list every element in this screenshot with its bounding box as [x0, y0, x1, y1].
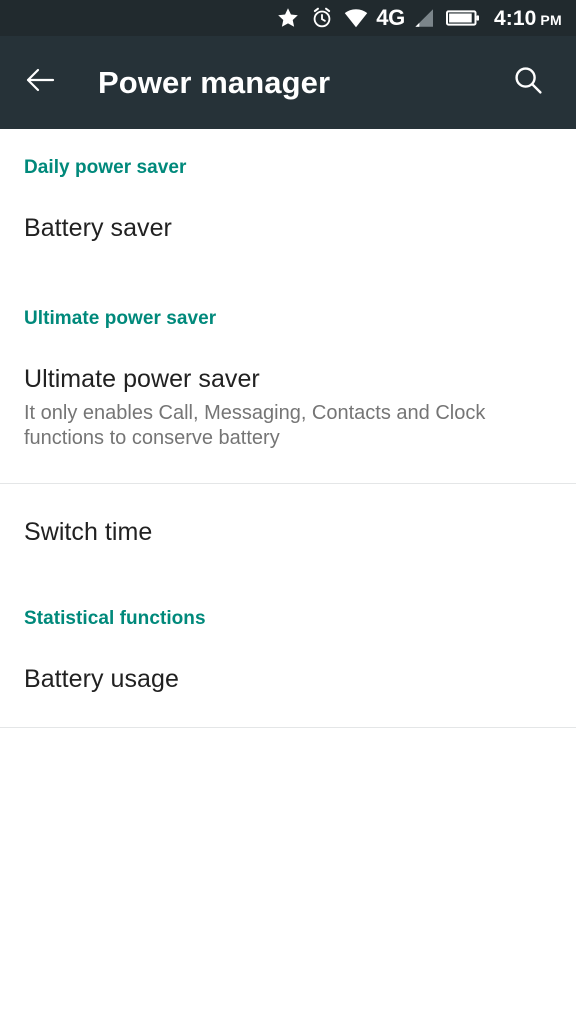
list-item-title: Battery usage [24, 665, 179, 693]
section-header-statistical-functions: Statistical functions [24, 608, 206, 629]
list-item-battery-usage[interactable]: Battery usage [0, 667, 576, 692]
signal-icon [413, 7, 435, 29]
power-manager-screen: 4G 4:10 PM Power manager Daily power sav… [0, 0, 576, 1024]
list-item-ultimate-power-saver[interactable]: Ultimate power saver It only enables Cal… [0, 367, 576, 451]
status-bar: 4G 4:10 PM [0, 0, 576, 36]
app-bar: Power manager [0, 36, 576, 129]
list-item-title: Ultimate power saver [24, 365, 260, 393]
status-bar-icons: 4G 4:10 PM [276, 6, 562, 30]
search-icon [512, 64, 544, 101]
battery-icon [445, 7, 480, 29]
list-item-title: Battery saver [24, 214, 172, 242]
arrow-back-icon [24, 64, 56, 101]
list-item-subtitle: It only enables Call, Messaging, Contact… [24, 402, 486, 449]
clock-ampm: PM [540, 11, 562, 28]
section-header-ultimate-power-saver: Ultimate power saver [24, 308, 217, 329]
network-type-label: 4G [376, 5, 405, 30]
back-button[interactable] [24, 59, 72, 107]
divider [0, 483, 576, 484]
star-icon [276, 6, 300, 30]
section-header-daily-power-saver: Daily power saver [24, 157, 187, 178]
list-item-switch-time[interactable]: Switch time [0, 520, 576, 545]
clock-time: 4:10 [493, 6, 537, 30]
list-item-title: Switch time [24, 518, 153, 546]
list-item-battery-saver[interactable]: Battery saver [0, 216, 576, 241]
status-bar-clock: 4:10 PM [494, 8, 562, 29]
search-button[interactable] [504, 59, 552, 107]
settings-list: Daily power saver Battery saver Ultimate… [0, 157, 576, 1024]
page-title: Power manager [98, 64, 331, 100]
alarm-icon [311, 7, 333, 29]
empty-area [0, 728, 576, 1024]
wifi-icon [344, 7, 368, 29]
